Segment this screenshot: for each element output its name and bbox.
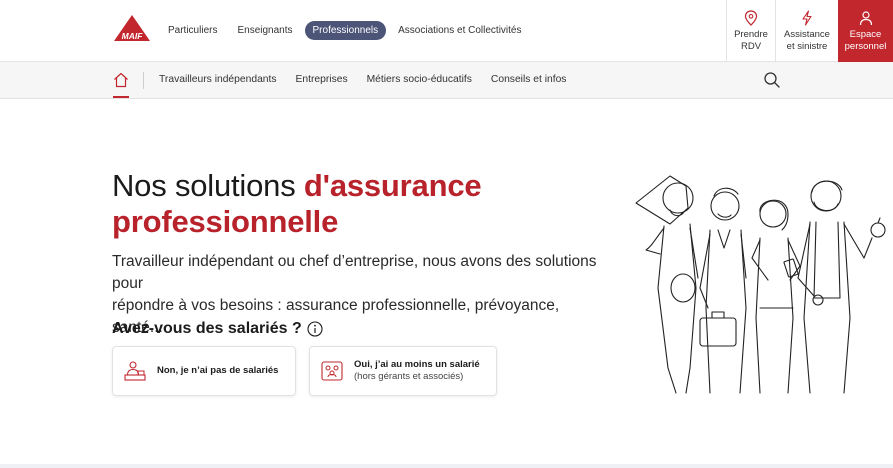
title-plain: Nos solutions [112, 168, 304, 203]
has-employees-card[interactable]: Oui, j’ai au moins un salarié (hors géra… [309, 346, 497, 396]
espace-personnel-button[interactable]: Espace personnel [838, 0, 893, 62]
nav-particuliers[interactable]: Particuliers [160, 21, 225, 40]
question-text: Avez-vous des salariés ? [112, 320, 302, 337]
subnav-divider [143, 72, 144, 89]
home-icon[interactable] [112, 71, 130, 89]
assistance-sinistre-button[interactable]: Assistance et sinistre [775, 0, 838, 62]
nav-enseignants[interactable]: Enseignants [229, 21, 300, 40]
nav-professionnels[interactable]: Professionnels [304, 21, 387, 40]
subnav-entreprises[interactable]: Entreprises [296, 74, 348, 85]
no-employees-card[interactable]: Non, je n’ai pas de salariés [112, 346, 296, 396]
worker-desk-icon [124, 361, 146, 381]
page-title: Nos solutions d'assurance professionnelle [112, 168, 482, 240]
assist-line1: Assistance [784, 28, 830, 40]
logo-text: MAIF [122, 31, 144, 41]
home-active-indicator [113, 96, 129, 98]
subnav-travailleurs-independants[interactable]: Travailleurs indépendants [159, 74, 277, 85]
user-icon [859, 10, 872, 25]
no-employees-label: Non, je n’ai pas de salariés [157, 365, 279, 376]
maif-logo[interactable]: MAIF [112, 13, 152, 43]
subnav-metiers-socio-educatifs[interactable]: Métiers socio-éducatifs [367, 74, 472, 85]
info-icon[interactable] [307, 321, 323, 337]
rdv-line1: Prendre [734, 28, 768, 40]
subnav-links: Travailleurs indépendants Entreprises Mé… [159, 74, 585, 85]
page-bottom-strip [0, 464, 893, 468]
nav-associations[interactable]: Associations et Collectivités [390, 21, 529, 40]
top-header: MAIF Particuliers Enseignants Profession… [0, 0, 893, 62]
sub-nav: Travailleurs indépendants Entreprises Mé… [0, 62, 893, 99]
has-employees-sublabel: (hors gérants et associés) [354, 371, 464, 382]
has-employees-label: Oui, j’ai au moins un salarié [354, 359, 480, 370]
professionals-illustration [635, 175, 886, 394]
lead-line1: Travailleur indépendant ou chef d’entrep… [112, 253, 597, 292]
search-icon[interactable] [763, 71, 781, 89]
title-accent-1: d'assurance [303, 168, 482, 203]
subnav-conseils-infos[interactable]: Conseils et infos [491, 74, 567, 85]
location-pin-icon [744, 9, 758, 26]
rdv-line2: RDV [740, 40, 762, 52]
lightning-icon [802, 9, 812, 26]
espace-line2: personnel [844, 40, 887, 52]
team-icon [321, 361, 343, 381]
assist-line2: et sinistre [786, 40, 828, 52]
main-nav: Particuliers Enseignants Professionnels … [160, 21, 534, 40]
espace-line1: Espace [849, 28, 882, 40]
prendre-rdv-button[interactable]: Prendre RDV [726, 0, 775, 62]
title-accent-2: professionnelle [112, 204, 339, 239]
salaries-question: Avez-vous des salariés ? [112, 320, 323, 338]
